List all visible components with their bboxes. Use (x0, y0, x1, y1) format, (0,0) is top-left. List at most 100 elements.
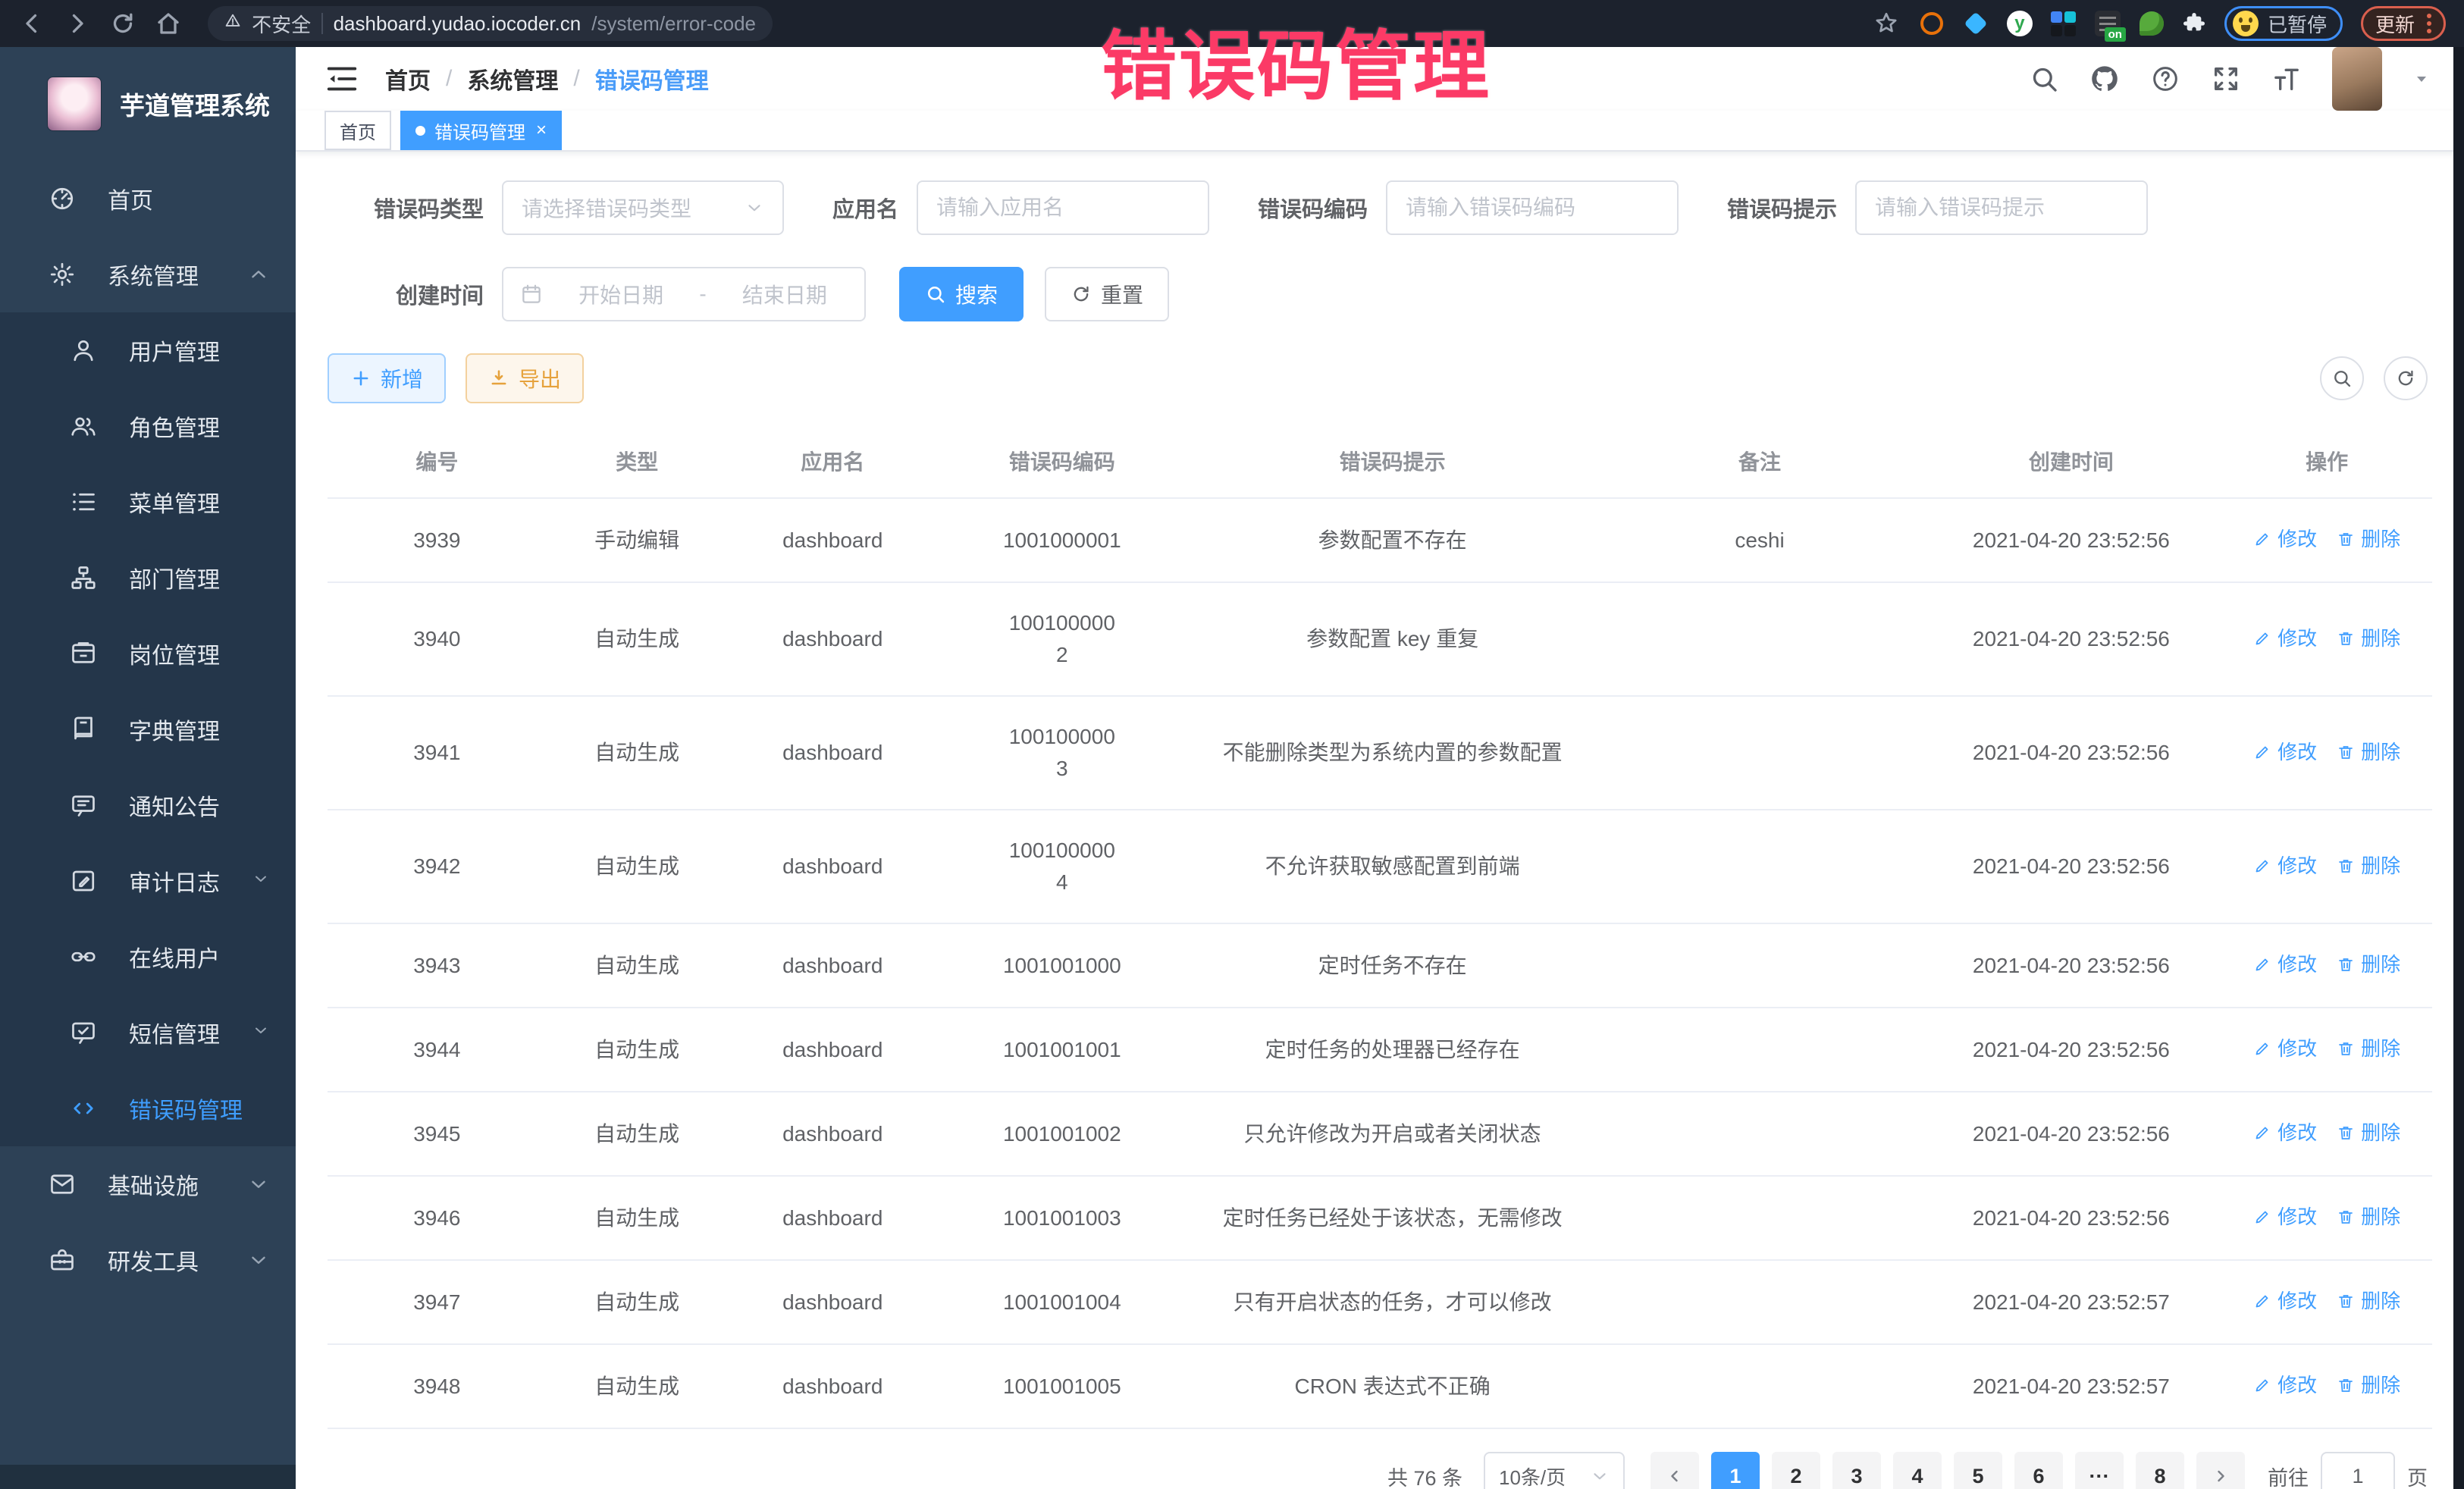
search-button[interactable]: 搜索 (899, 267, 1024, 321)
sidebar-item-menus[interactable]: 菜单管理 (0, 464, 296, 540)
delete-link[interactable]: 删除 (2337, 1033, 2400, 1064)
table-row[interactable]: 3941自动生成 dashboard100100000 3 不能删除类型为系统内… (328, 696, 2432, 810)
table-row[interactable]: 3944自动生成 dashboard1001001001 定时任务的处理器已经存… (328, 1008, 2432, 1092)
page-button-5[interactable]: 5 (1954, 1452, 2002, 1489)
edit-link[interactable]: 修改 (2253, 622, 2317, 654)
font-size-icon[interactable] (2271, 64, 2302, 94)
sidebar-item-roles[interactable]: 角色管理 (0, 388, 296, 464)
next-page-button[interactable] (2196, 1452, 2245, 1489)
sidebar-item-audit-log[interactable]: 审计日志 (0, 843, 296, 919)
page-button-3[interactable]: 3 (1832, 1452, 1881, 1489)
toggle-search-button[interactable] (2320, 356, 2364, 400)
delete-link[interactable]: 删除 (2337, 1117, 2400, 1149)
paused-extension-button[interactable]: 已暂停 (2224, 6, 2343, 41)
search-icon[interactable] (2029, 64, 2059, 94)
edit-link[interactable]: 修改 (2253, 523, 2317, 555)
extension-gem-icon[interactable] (1962, 10, 1989, 37)
sidebar-item-online-users[interactable]: 在线用户 (0, 919, 296, 995)
tag-error-codes[interactable]: 错误码管理 × (400, 111, 562, 150)
sidebar-item-notices[interactable]: 通知公告 (0, 767, 296, 843)
delete-link[interactable]: 删除 (2337, 523, 2400, 555)
page-button-8[interactable]: 8 (2136, 1452, 2184, 1489)
edit-link[interactable]: 修改 (2253, 1117, 2317, 1149)
extension-green-icon[interactable] (2138, 10, 2165, 37)
error-type-select[interactable]: 请选择错误码类型 (502, 180, 784, 235)
tag-home[interactable]: 首页 (324, 111, 391, 150)
edit-link[interactable]: 修改 (2253, 1285, 2317, 1317)
page-ellipsis[interactable]: ··· (2075, 1452, 2124, 1489)
sidebar-item-sms[interactable]: 短信管理 (0, 995, 296, 1071)
date-range-picker[interactable]: 开始日期 - 结束日期 (502, 267, 866, 321)
extension-switch-icon[interactable]: on (2094, 10, 2121, 37)
delete-link[interactable]: 删除 (2337, 1285, 2400, 1317)
extension-grid-icon[interactable] (2050, 10, 2077, 37)
table-row[interactable]: 3940自动生成 dashboard100100000 2 参数配置 key 重… (328, 582, 2432, 696)
browser-menu-icon[interactable] (2427, 14, 2431, 33)
avatar-caret-icon[interactable] (2412, 70, 2431, 88)
help-icon[interactable] (2150, 64, 2180, 94)
breadcrumb-system[interactable]: 系统管理 (467, 62, 558, 96)
sidebar-fold-icon[interactable] (324, 61, 359, 96)
delete-link[interactable]: 删除 (2337, 736, 2400, 768)
delete-link[interactable]: 删除 (2337, 850, 2400, 882)
sidebar-item-error-codes[interactable]: 错误码管理 (0, 1071, 296, 1146)
security-label[interactable]: 不安全 (252, 10, 311, 38)
table-row[interactable]: 3947自动生成 dashboard1001001004 只有开启状态的任务，才… (328, 1260, 2432, 1344)
edit-link[interactable]: 修改 (2253, 1033, 2317, 1064)
sidebar-item-system[interactable]: 系统管理 (0, 237, 296, 312)
app-name-input[interactable] (917, 180, 1209, 235)
extension-ring-icon[interactable] (1918, 10, 1945, 37)
user-avatar[interactable] (2332, 47, 2382, 111)
extensions-puzzle-icon[interactable] (2182, 11, 2206, 36)
page-button-6[interactable]: 6 (2014, 1452, 2063, 1489)
sidebar-item-dictionary[interactable]: 字典管理 (0, 691, 296, 767)
logo-row[interactable]: 芋道管理系统 (0, 47, 296, 161)
error-code-input[interactable] (1386, 180, 1679, 235)
page-size-select[interactable]: 10条/页 (1484, 1452, 1625, 1489)
sidebar-item-infrastructure[interactable]: 基础设施 (0, 1146, 296, 1222)
bookmark-star-icon[interactable] (1873, 10, 1900, 37)
edit-link[interactable]: 修改 (2253, 1201, 2317, 1233)
refresh-table-button[interactable] (2384, 356, 2428, 400)
sidebar-item-posts[interactable]: 岗位管理 (0, 616, 296, 691)
close-icon[interactable]: × (536, 121, 547, 139)
page-button-1[interactable]: 1 (1711, 1452, 1760, 1489)
reset-button[interactable]: 重置 (1045, 267, 1169, 321)
sidebar-item-departments[interactable]: 部门管理 (0, 540, 296, 616)
home-icon[interactable] (155, 10, 182, 37)
goto-page-input[interactable] (2321, 1452, 2395, 1489)
page-button-2[interactable]: 2 (1772, 1452, 1820, 1489)
sidebar-item-dev-tools[interactable]: 研发工具 (0, 1222, 296, 1298)
url-host[interactable]: dashboard.yudao.iocoder.cn (334, 12, 582, 36)
not-secure-warning-icon[interactable] (224, 12, 241, 35)
prev-page-button[interactable] (1651, 1452, 1699, 1489)
export-button[interactable]: 导出 (466, 353, 584, 403)
table-row[interactable]: 3948自动生成 dashboard1001001005 CRON 表达式不正确… (328, 1344, 2432, 1428)
breadcrumb-current[interactable]: 错误码管理 (595, 62, 709, 96)
delete-link[interactable]: 删除 (2337, 1201, 2400, 1233)
page-button-4[interactable]: 4 (1893, 1452, 1942, 1489)
reload-icon[interactable] (109, 10, 136, 37)
github-icon[interactable] (2089, 64, 2120, 94)
back-icon[interactable] (18, 10, 45, 37)
window-scrollbar-strip[interactable] (2453, 47, 2464, 1489)
delete-link[interactable]: 删除 (2337, 622, 2400, 654)
url-path[interactable]: /system/error-code (591, 12, 756, 36)
forward-icon[interactable] (64, 10, 91, 37)
fullscreen-icon[interactable] (2211, 64, 2241, 94)
table-row[interactable]: 3942自动生成 dashboard100100000 4 不允许获取敏感配置到… (328, 810, 2432, 923)
table-row[interactable]: 3946自动生成 dashboard1001001003 定时任务已经处于该状态… (328, 1176, 2432, 1260)
edit-link[interactable]: 修改 (2253, 736, 2317, 768)
sidebar-item-home[interactable]: 首页 (0, 161, 296, 237)
edit-link[interactable]: 修改 (2253, 1369, 2317, 1401)
table-row[interactable]: 3939手动编辑 dashboard1001000001 参数配置不存在cesh… (328, 498, 2432, 582)
address-bar[interactable]: 不安全 dashboard.yudao.iocoder.cn/system/er… (208, 6, 773, 41)
breadcrumb-home[interactable]: 首页 (385, 62, 431, 96)
table-row[interactable]: 3943自动生成 dashboard1001001000 定时任务不存在 202… (328, 923, 2432, 1008)
delete-link[interactable]: 删除 (2337, 948, 2400, 980)
chrome-update-button[interactable]: 更新 (2361, 6, 2446, 41)
extension-y-icon[interactable]: y (2006, 10, 2033, 37)
delete-link[interactable]: 删除 (2337, 1369, 2400, 1401)
table-row[interactable]: 3945自动生成 dashboard1001001002 只允许修改为开启或者关… (328, 1092, 2432, 1176)
edit-link[interactable]: 修改 (2253, 948, 2317, 980)
